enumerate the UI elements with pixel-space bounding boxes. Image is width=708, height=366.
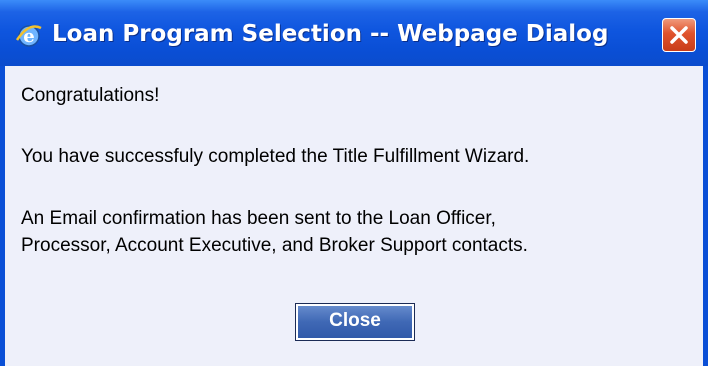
close-button[interactable]: Close: [295, 303, 415, 341]
email-confirmation-text-line1: An Email confirmation has been sent to t…: [21, 208, 496, 229]
close-window-button[interactable]: [662, 18, 696, 52]
ie-icon: e: [14, 20, 44, 50]
completion-text: You have successfuly completed the Title…: [21, 146, 530, 167]
email-confirmation-text-line2: Processor, Account Executive, and Broker…: [21, 235, 528, 256]
title-bar[interactable]: e Loan Program Selection -- Webpage Dial…: [0, 0, 708, 66]
window-title: Loan Program Selection -- Webpage Dialog: [52, 21, 609, 47]
close-icon: [670, 26, 688, 44]
congratulations-text: Congratulations!: [21, 85, 160, 106]
dialog-body: Congratulations! You have successfuly co…: [5, 66, 703, 366]
webpage-dialog: e Loan Program Selection -- Webpage Dial…: [0, 0, 708, 366]
